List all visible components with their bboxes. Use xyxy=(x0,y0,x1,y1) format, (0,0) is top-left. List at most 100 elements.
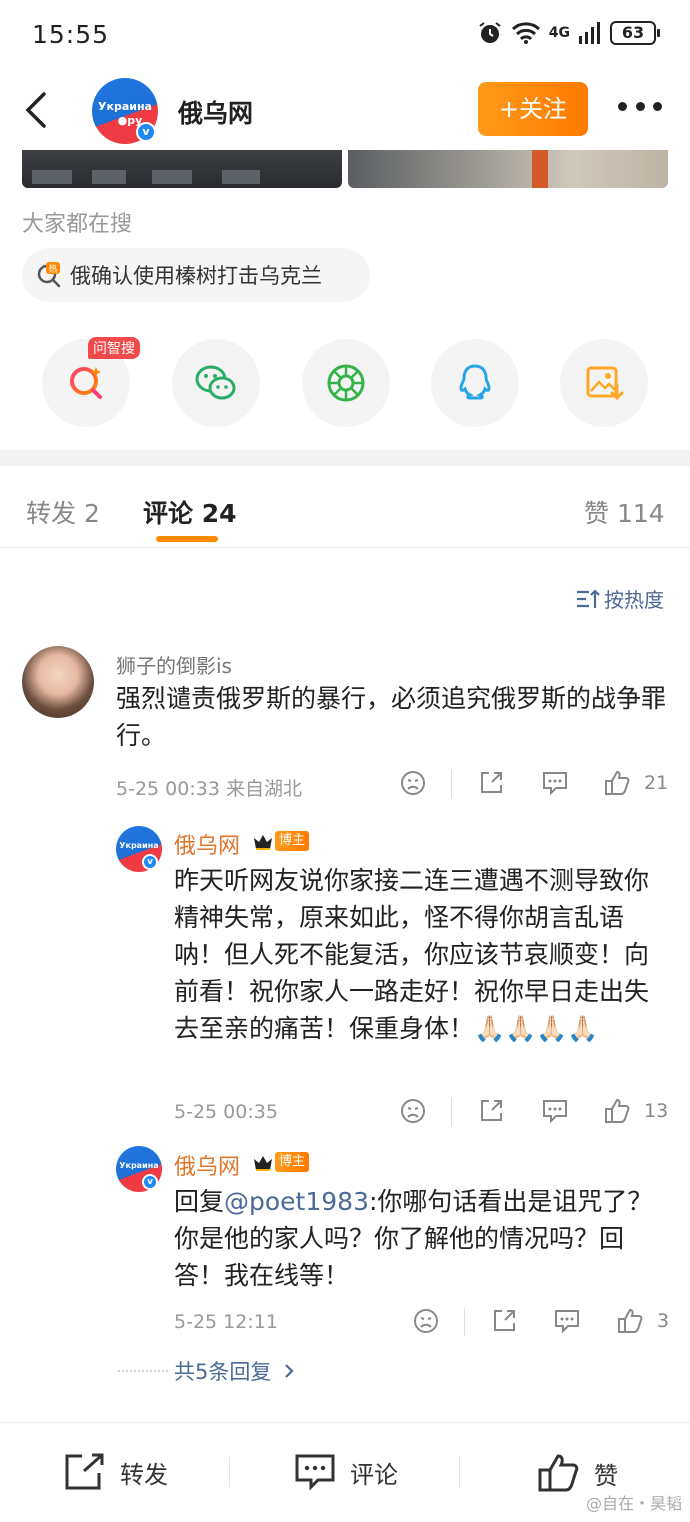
bar-separator xyxy=(229,1457,230,1487)
reply-prefix: 回复 xyxy=(174,1187,225,1216)
share-moments-button[interactable] xyxy=(302,339,390,427)
back-button[interactable] xyxy=(20,88,56,132)
post-image-1[interactable] xyxy=(22,150,342,188)
share-icon xyxy=(481,772,502,793)
repost-button[interactable]: 转发 xyxy=(64,1453,168,1491)
repost-icon xyxy=(65,1453,104,1490)
mention-link[interactable]: @poet1983 xyxy=(224,1187,369,1216)
sad-face-icon xyxy=(414,1309,438,1333)
verified-badge-icon: v xyxy=(142,854,158,870)
post-image-strip xyxy=(22,150,668,188)
like-label: 赞 xyxy=(594,1461,618,1490)
post-image-2[interactable] xyxy=(348,150,668,188)
comment-text: 强烈谴责俄罗斯的暴行，必须追究俄罗斯的战争罪行。 xyxy=(116,684,667,750)
section-divider xyxy=(0,450,690,466)
commenter-name[interactable]: 狮子的倒影is xyxy=(116,650,232,679)
sort-label: 按热度 xyxy=(604,588,664,612)
like-comment-button[interactable]: 13 xyxy=(604,1098,668,1124)
reply-text: 昨天听网友说你家接二连三遭遇不测导致你精神失常，原来如此，怪不得你胡言乱语呐！但… xyxy=(174,866,650,1043)
status-time: 15:55 xyxy=(32,20,110,49)
hot-search-chip[interactable]: 热 俄确认使用榛树打击乌克兰 xyxy=(22,248,370,302)
sort-icon xyxy=(577,588,600,608)
reply-avatar-logo-text: Украина xyxy=(119,841,159,850)
comment-button[interactable]: 评论 xyxy=(294,1453,398,1491)
account-name[interactable]: 俄乌网 xyxy=(178,94,253,130)
tab-repost[interactable]: 转发 2 xyxy=(26,494,100,530)
wechat-icon xyxy=(195,365,236,400)
nav-bar: Украина ●ру v 俄乌网 +关注 xyxy=(0,72,690,150)
like-button[interactable]: 赞 xyxy=(538,1453,618,1493)
dislike-button[interactable] xyxy=(400,1098,426,1124)
thumbs-up-icon xyxy=(605,1098,630,1123)
reply-meta: 5-25 12:11 xyxy=(174,1311,278,1333)
status-bar: 15:55 4G 63 xyxy=(0,0,690,72)
active-tab-indicator xyxy=(156,536,218,542)
back-arrow-icon xyxy=(25,92,46,128)
repost-label: 转发 xyxy=(120,1460,168,1489)
dotted-divider xyxy=(118,1370,168,1372)
reply-comment-button[interactable] xyxy=(541,1098,569,1124)
comment-icon xyxy=(555,1310,579,1334)
share-comment-button[interactable] xyxy=(478,770,504,796)
blogger-tag: 博主 xyxy=(275,831,310,851)
tab-comment[interactable]: 评论 24 xyxy=(143,494,237,530)
reply-author-name[interactable]: 俄乌网 xyxy=(174,828,240,860)
dislike-button[interactable] xyxy=(400,770,426,796)
follow-button[interactable]: +关注 xyxy=(478,82,588,136)
signal-icon xyxy=(579,22,600,44)
share-icon xyxy=(494,1310,515,1331)
sort-by-hot-button[interactable]: 按热度 xyxy=(576,584,664,613)
battery-indicator: 63 xyxy=(610,21,660,45)
moments-icon xyxy=(327,364,365,402)
hot-search-text: 俄确认使用榛树打击乌克兰 xyxy=(70,264,322,288)
reply-meta: 5-25 00:35 xyxy=(174,1101,278,1123)
share-qq-button[interactable] xyxy=(431,339,519,427)
tab-like[interactable]: 赞 114 xyxy=(584,494,665,530)
comment-icon xyxy=(543,1100,567,1124)
chevron-right-icon xyxy=(285,1364,294,1378)
like-count: 3 xyxy=(657,1310,670,1332)
hot-search-icon: 热 xyxy=(36,262,62,288)
like-comment-button[interactable]: 3 xyxy=(617,1308,669,1334)
status-icons: 4G 63 xyxy=(477,20,660,46)
reply-text: 回复@poet1983:你哪句话看出是诅咒了？你是他的家人吗？你了解他的情况吗？… xyxy=(174,1183,654,1294)
commenter-avatar[interactable] xyxy=(22,646,94,718)
share-wechat-button[interactable] xyxy=(172,339,260,427)
like-count: 21 xyxy=(644,772,669,794)
bottom-action-bar: 转发 评论 赞 @自在・昊韬 xyxy=(0,1422,690,1522)
action-separator xyxy=(464,1308,465,1336)
blogger-tag: 博主 xyxy=(275,1152,310,1172)
reply-comment-button[interactable] xyxy=(553,1308,581,1334)
share-row: 问智搜 xyxy=(42,337,648,427)
bar-separator xyxy=(459,1457,460,1487)
share-comment-button[interactable] xyxy=(491,1308,517,1334)
interaction-tabs: 转发 2 评论 24 赞 114 xyxy=(0,466,690,548)
share-save-image-button[interactable] xyxy=(560,339,648,427)
avatar-logo-text: Украина xyxy=(98,100,152,113)
save-image-icon xyxy=(586,366,624,401)
ai-search-icon xyxy=(70,367,102,399)
reply-avatar-logo-text: Украина xyxy=(119,1161,159,1170)
crown-icon xyxy=(254,835,272,850)
tab-comment-label: 评论 xyxy=(143,499,194,528)
thumbs-up-icon xyxy=(538,1454,579,1492)
tab-comment-count: 24 xyxy=(201,499,237,528)
comment-meta: 5-25 00:33 来自湖北 xyxy=(116,778,302,800)
like-count: 13 xyxy=(644,1100,669,1122)
thumbs-up-icon xyxy=(618,1308,643,1333)
reply-comment-button[interactable] xyxy=(541,770,569,796)
like-comment-button[interactable]: 21 xyxy=(604,770,668,796)
share-comment-button[interactable] xyxy=(478,1098,504,1124)
comment-icon xyxy=(295,1454,335,1491)
tab-like-label: 赞 xyxy=(584,499,610,528)
more-options-icon[interactable] xyxy=(618,102,662,114)
watermark: @自在・昊韬 xyxy=(585,1494,682,1513)
dislike-button[interactable] xyxy=(413,1308,439,1334)
comment-label: 评论 xyxy=(350,1460,398,1489)
reply-author-name[interactable]: 俄乌网 xyxy=(174,1149,240,1181)
blogger-badge: 博主 xyxy=(252,1150,310,1174)
crown-icon xyxy=(254,1156,272,1171)
verified-badge-icon: v xyxy=(136,122,156,142)
qq-icon xyxy=(459,364,491,400)
view-more-replies-link[interactable]: 共5条回复 xyxy=(118,1356,299,1386)
